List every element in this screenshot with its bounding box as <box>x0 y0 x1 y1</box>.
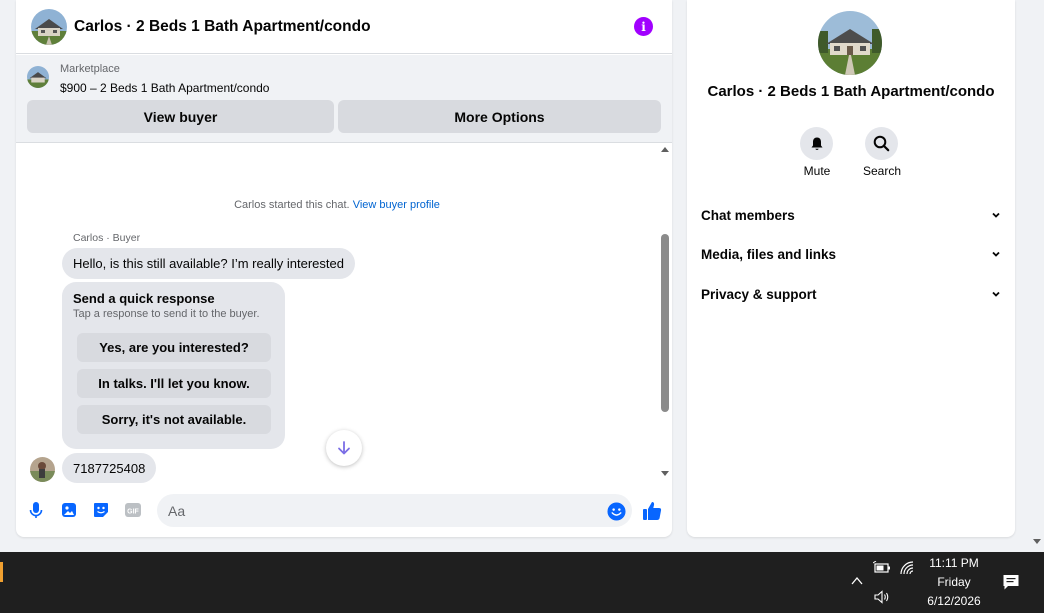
bell-icon <box>811 137 822 150</box>
sender-label: Carlos · Buyer <box>73 232 141 244</box>
chevron-down-icon <box>992 212 1000 218</box>
taskbar-app-indicator[interactable] <box>0 562 3 582</box>
buyer-avatar[interactable] <box>30 457 55 482</box>
clock-date[interactable]: 6/12/2026 <box>914 594 994 608</box>
chevron-down-icon <box>992 251 1000 257</box>
like-icon[interactable] <box>641 500 663 522</box>
details-panel: Carlos · 2 Beds 1 Bath Apartment/condo M… <box>687 0 1015 537</box>
mute-label: Mute <box>803 164 831 178</box>
chat-panel: Carlos · 2 Beds 1 Bath Apartment/condo i… <box>16 0 672 537</box>
quick-response-option[interactable]: Sorry, it's not available. <box>77 405 271 434</box>
mute-button[interactable] <box>800 127 833 160</box>
chat-title[interactable]: Carlos · 2 Beds 1 Bath Apartment/condo <box>74 18 371 36</box>
taskbar: 11:11 PM Friday 6/12/2026 <box>0 552 1044 613</box>
scroll-down-arrow[interactable] <box>661 471 669 476</box>
privacy-support-section[interactable]: Privacy & support <box>701 282 1001 306</box>
quick-response-title: Send a quick response <box>73 291 215 306</box>
mic-icon[interactable] <box>26 500 46 520</box>
chevron-up-icon[interactable] <box>851 576 863 586</box>
message-list: Carlos started this chat. View buyer pro… <box>16 144 672 484</box>
scrollbar-thumb[interactable] <box>661 234 669 412</box>
listing-category: Marketplace <box>60 63 120 75</box>
quick-response-option[interactable]: In talks. I'll let you know. <box>77 369 271 398</box>
search-button[interactable] <box>865 127 898 160</box>
chat-scrollbar[interactable] <box>658 144 672 484</box>
view-buyer-profile-link[interactable]: View buyer profile <box>353 199 440 211</box>
listing-thumbnail[interactable] <box>27 66 49 88</box>
scroll-to-bottom-button[interactable] <box>326 430 362 466</box>
scroll-down-arrow[interactable] <box>1033 539 1041 544</box>
more-options-button[interactable]: More Options <box>338 100 661 133</box>
search-icon <box>873 135 890 152</box>
battery-icon[interactable] <box>873 561 891 575</box>
message-composer: GIF <box>16 490 672 531</box>
media-files-links-section[interactable]: Media, files and links <box>701 242 1001 266</box>
chat-members-section[interactable]: Chat members <box>701 203 1001 227</box>
photo-icon[interactable] <box>59 500 79 520</box>
details-avatar[interactable] <box>818 11 882 75</box>
quick-response-card: Send a quick response Tap a response to … <box>62 282 285 449</box>
section-label: Privacy & support <box>701 286 817 302</box>
arrow-down-icon <box>338 441 350 455</box>
message-input[interactable] <box>157 494 632 527</box>
listing-bar: Marketplace $900 – 2 Beds 1 Bath Apartme… <box>16 55 672 143</box>
info-icon[interactable]: i <box>634 17 653 36</box>
scroll-up-arrow[interactable] <box>661 147 669 152</box>
clock-day[interactable]: Friday <box>914 575 994 589</box>
wifi-icon[interactable] <box>899 560 915 576</box>
details-title: Carlos · 2 Beds 1 Bath Apartment/condo <box>707 83 995 100</box>
listing-summary[interactable]: $900 – 2 Beds 1 Bath Apartment/condo <box>60 81 269 95</box>
system-note: Carlos started this chat. View buyer pro… <box>16 199 658 211</box>
volume-icon[interactable] <box>873 589 891 605</box>
notification-icon[interactable] <box>1002 573 1020 591</box>
section-label: Chat members <box>701 207 795 223</box>
system-note-text: Carlos started this chat. <box>234 199 350 211</box>
chevron-down-icon <box>992 291 1000 297</box>
view-buyer-button[interactable]: View buyer <box>27 100 334 133</box>
gif-icon[interactable]: GIF <box>123 500 143 520</box>
message-bubble[interactable]: Hello, is this still available? I’m real… <box>62 248 355 279</box>
sticker-icon[interactable] <box>91 500 111 520</box>
clock-time[interactable]: 11:11 PM <box>914 556 994 570</box>
svg-text:GIF: GIF <box>127 509 139 516</box>
chat-header: Carlos · 2 Beds 1 Bath Apartment/condo i <box>16 0 672 54</box>
emoji-icon[interactable] <box>607 502 626 521</box>
search-label: Search <box>862 164 902 178</box>
page-scrollbar[interactable] <box>1031 0 1044 552</box>
quick-response-option[interactable]: Yes, are you interested? <box>77 333 271 362</box>
message-bubble[interactable]: 7187725408 <box>62 453 157 483</box>
chat-avatar[interactable] <box>31 8 67 45</box>
quick-response-subtitle: Tap a response to send it to the buyer. <box>73 308 260 320</box>
section-label: Media, files and links <box>701 246 837 262</box>
